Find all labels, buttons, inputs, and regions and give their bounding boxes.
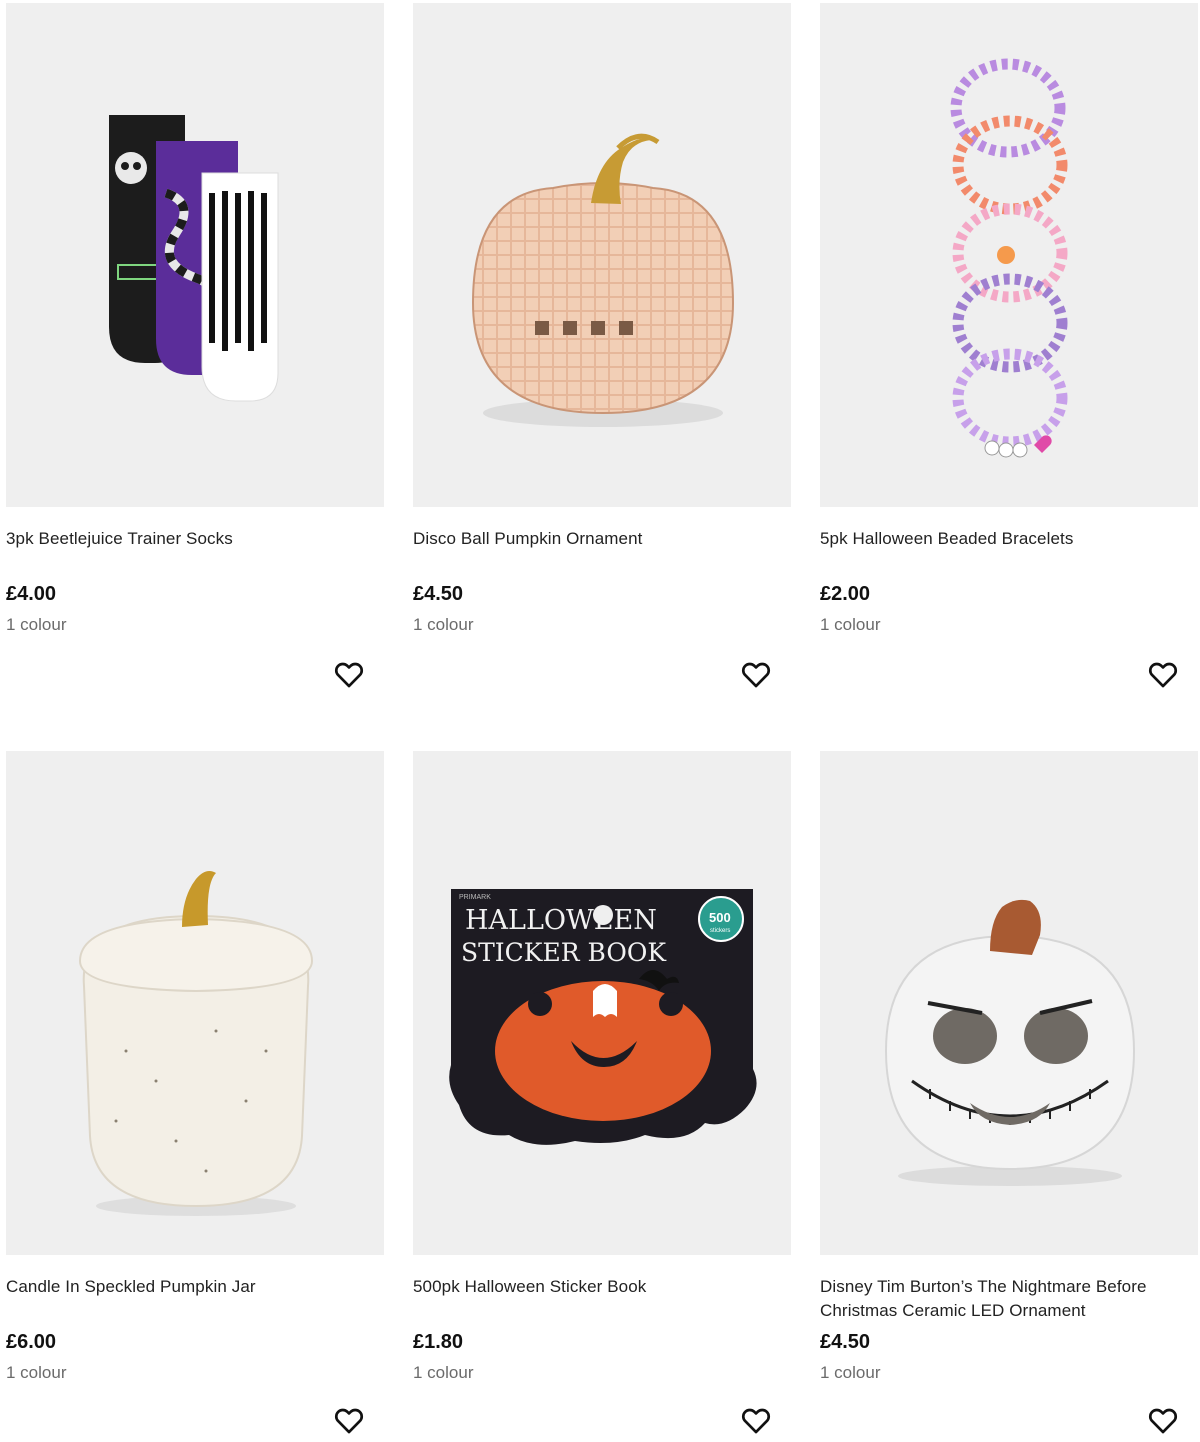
product-price: £1.80 — [413, 1331, 464, 1353]
colour-count: 1 colour — [6, 1363, 67, 1382]
colour-count: 1 colour — [6, 615, 67, 634]
product-image[interactable] — [820, 3, 1198, 507]
sticker-book-title-2: STICKER BOOK — [461, 938, 667, 967]
heart-outline-icon — [741, 1408, 771, 1434]
pumpkin-candle-image — [78, 871, 314, 1216]
product-price: £6.00 — [6, 1331, 57, 1353]
wishlist-button[interactable] — [739, 1403, 773, 1437]
heart-outline-icon — [334, 662, 364, 688]
sticker-book-brand: PRIMARK — [459, 894, 491, 901]
colour-count: 1 colour — [413, 1363, 474, 1382]
socks-image — [109, 115, 279, 402]
wishlist-button[interactable] — [332, 1403, 366, 1437]
product-name[interactable]: 5pk Halloween Beaded Bracelets — [820, 527, 1190, 551]
product-image[interactable] — [413, 3, 791, 507]
product-name[interactable]: Disco Ball Pumpkin Ornament — [413, 527, 783, 551]
wishlist-button[interactable] — [1146, 657, 1180, 691]
product-image[interactable] — [6, 751, 384, 1255]
product-name[interactable]: 500pk Halloween Sticker Book — [413, 1275, 783, 1299]
sticker-book-title-1: HALLOWEEN — [465, 905, 657, 936]
disco-pumpkin-image — [471, 133, 735, 427]
jack-pumpkin-image — [884, 899, 1136, 1186]
product-price: £4.00 — [6, 583, 57, 605]
colour-count: 1 colour — [820, 615, 881, 634]
product-name[interactable]: Candle In Speckled Pumpkin Jar — [6, 1275, 376, 1299]
wishlist-button[interactable] — [739, 657, 773, 691]
heart-outline-icon — [334, 1408, 364, 1434]
product-price: £4.50 — [820, 1331, 871, 1353]
product-image[interactable] — [6, 3, 384, 507]
heart-outline-icon — [1148, 1408, 1178, 1434]
wishlist-button[interactable] — [1146, 1403, 1180, 1437]
product-image[interactable]: HALLOWEEN STICKER BOOK PRIMARK 500 stick… — [413, 751, 791, 1255]
product-price: £4.50 — [413, 583, 464, 605]
product-image[interactable] — [820, 751, 1198, 1255]
product-name[interactable]: 3pk Beetlejuice Trainer Socks — [6, 527, 376, 551]
sticker-book-image: HALLOWEEN STICKER BOOK PRIMARK 500 stick… — [449, 889, 757, 1145]
heart-outline-icon — [741, 662, 771, 688]
product-name[interactable]: Disney Tim Burton’s The Nightmare Before… — [820, 1275, 1190, 1323]
colour-count: 1 colour — [820, 1363, 881, 1382]
product-price: £2.00 — [820, 583, 871, 605]
sticker-count-badge: 500 — [709, 910, 731, 925]
heart-outline-icon — [1148, 662, 1178, 688]
wishlist-button[interactable] — [332, 657, 366, 691]
colour-count: 1 colour — [413, 615, 474, 634]
bracelets-image — [950, 58, 1068, 458]
sticker-count-word: stickers — [710, 928, 730, 934]
